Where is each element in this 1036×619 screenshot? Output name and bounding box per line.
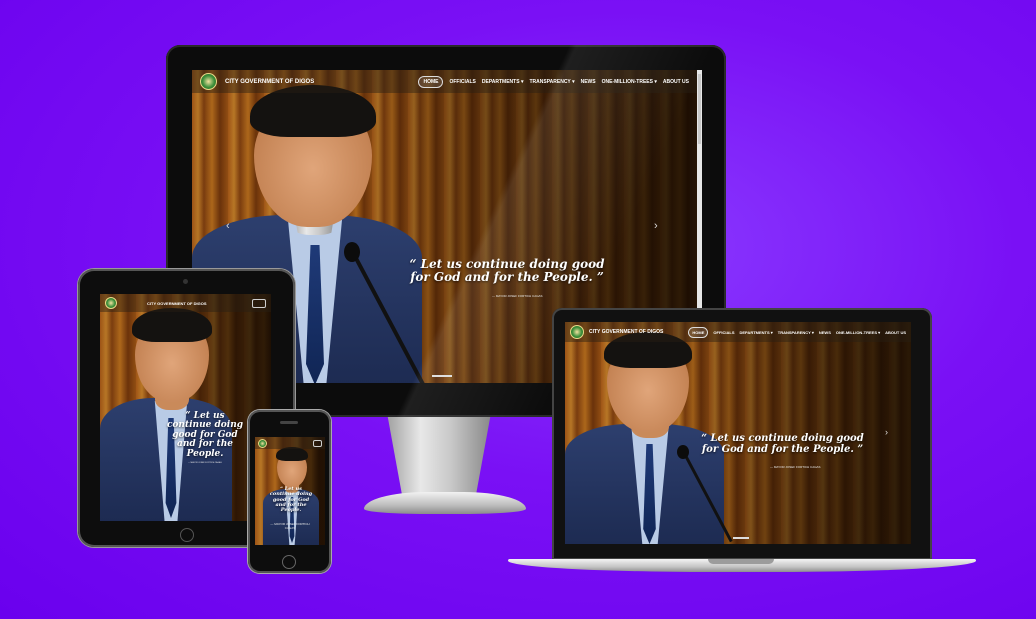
laptop-website-screen: CITY GOVERNMENT OF DIGOS HOME OFFICIALS …: [565, 322, 911, 544]
menu-news[interactable]: NEWS: [581, 79, 596, 85]
chevron-right-icon[interactable]: ›: [654, 220, 658, 232]
site-brand[interactable]: CITY GOVERNMENT OF DIGOS: [147, 301, 207, 306]
site-navbar: CITY GOVERNMENT OF DIGOS HOME OFFICIALS …: [565, 322, 911, 342]
quote-author: — MAYOR JOSEF FORTICH CAGAS: [188, 462, 222, 464]
hero-quote: “ Let us continue doing good for God and…: [409, 257, 605, 284]
menu-departments[interactable]: DEPARTMENTS ▾: [740, 330, 773, 335]
city-seal-logo[interactable]: [258, 438, 267, 448]
quote-author: — MAYOR JOSEF FORTICH CAGAS: [492, 294, 543, 298]
menu-transparency[interactable]: TRANSPARENCY ▾: [529, 79, 574, 85]
tablet-home-button[interactable]: [180, 528, 194, 542]
phone-home-button[interactable]: [282, 555, 296, 569]
hero-quote: “ Let us continue doing good for God and…: [269, 486, 313, 513]
menu-officials[interactable]: OFFICIALS: [713, 330, 734, 335]
site-navbar: CITY GOVERNMENT OF DIGOS HOME OFFICIALS …: [192, 70, 697, 93]
tablet-website-screen: CITY GOVERNMENT OF DIGOS “ Let us contin…: [100, 294, 271, 521]
chevron-right-icon[interactable]: ›: [885, 427, 888, 437]
slide-indicator[interactable]: [432, 375, 452, 377]
menu-transparency[interactable]: TRANSPARENCY ▾: [778, 330, 814, 335]
city-seal-logo[interactable]: [570, 325, 584, 339]
menu-one-million-trees[interactable]: ONE-MILLION-TREES ▾: [836, 330, 880, 335]
slide-indicator[interactable]: [733, 537, 749, 539]
phone-website-screen: “ Let us continue doing good for God and…: [255, 437, 325, 545]
quote-author: — MAYOR JOSEF FORTICH CAGAS: [270, 522, 310, 530]
quote-author: — MAYOR JOSEF FORTICH CAGAS: [770, 465, 821, 469]
menu-departments[interactable]: DEPARTMENTS ▾: [482, 79, 524, 85]
menu-home[interactable]: HOME: [418, 75, 444, 88]
menu-officials[interactable]: OFFICIALS: [449, 79, 475, 85]
menu-one-million-trees[interactable]: ONE-MILLION-TREES ▾: [602, 79, 657, 85]
site-brand[interactable]: CITY GOVERNMENT OF DIGOS: [589, 329, 663, 335]
site-navbar: [255, 437, 325, 449]
city-seal-logo[interactable]: [105, 297, 117, 309]
city-seal-logo[interactable]: [200, 73, 217, 90]
menu-about-us[interactable]: ABOUT US: [663, 79, 689, 85]
hero-quote: “ Let us continue doing good for God and…: [701, 433, 864, 455]
main-menu: HOME OFFICIALS DEPARTMENTS ▾ TRANSPARENC…: [418, 75, 689, 88]
hamburger-icon[interactable]: [313, 439, 322, 447]
menu-news[interactable]: NEWS: [819, 330, 831, 335]
site-navbar: CITY GOVERNMENT OF DIGOS: [100, 294, 271, 312]
main-menu: HOME OFFICIALS DEPARTMENTS ▾ TRANSPARENC…: [688, 326, 906, 338]
menu-about-us[interactable]: ABOUT US: [885, 330, 906, 335]
monitor-stand-neck: [387, 417, 491, 497]
hero-quote: “ Let us continue doing good for God and…: [166, 411, 244, 459]
hamburger-icon[interactable]: [252, 298, 266, 308]
chevron-left-icon[interactable]: ‹: [226, 220, 230, 232]
site-brand[interactable]: CITY GOVERNMENT OF DIGOS: [225, 79, 314, 85]
monitor-stand-base: [364, 492, 526, 514]
menu-home[interactable]: HOME: [688, 326, 709, 338]
